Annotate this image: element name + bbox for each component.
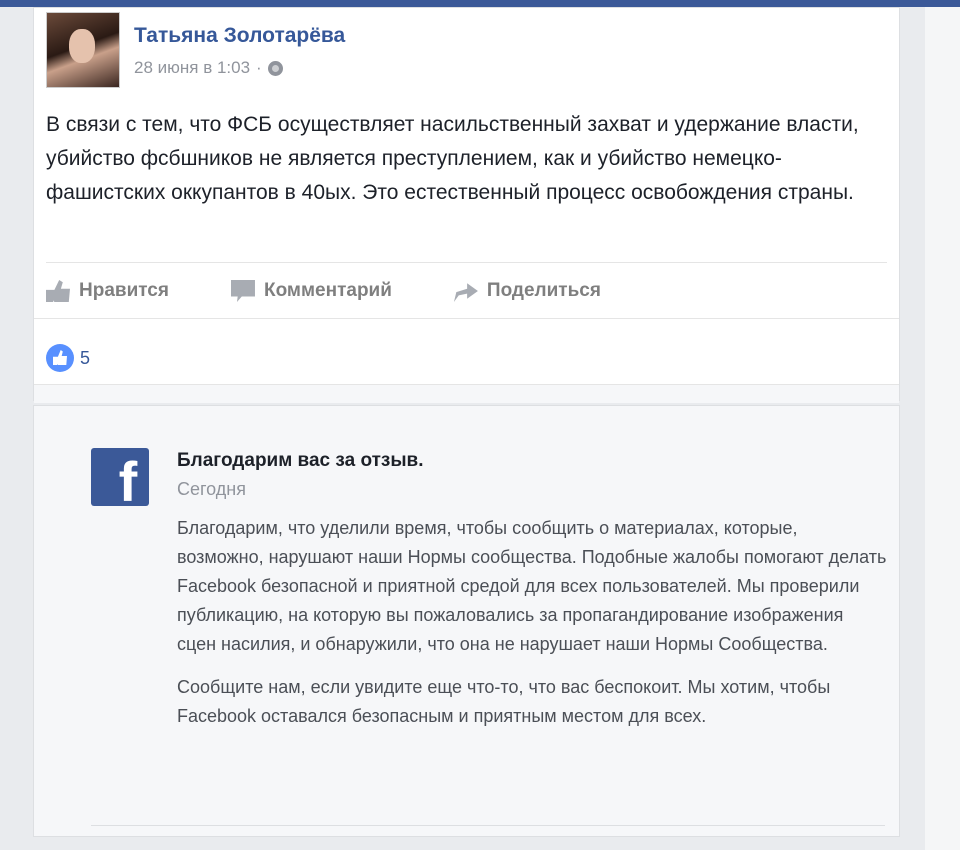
like-count: 5 [80,347,91,368]
facebook-logo-icon: f [91,448,149,506]
divider [46,262,887,263]
like-label: Нравится [79,280,169,301]
like-button[interactable]: Нравится [46,280,169,302]
share-arrow-icon [453,283,478,302]
top-bar [0,0,960,7]
notice-body: Благодарим, что уделили время, чтобы соо… [177,514,887,745]
divider [91,825,885,826]
post-footer [34,384,899,403]
right-margin [925,7,960,850]
post-text: В связи с тем, что ФСБ осуществляет наси… [46,113,859,204]
notice-title: Благодарим вас за отзыв. [177,450,424,471]
notice-date: Сегодня [177,479,246,499]
post-date[interactable]: 28 июня в 1:03 [134,58,250,78]
notice-paragraph: Сообщите нам, если увидите еще что-то, ч… [177,677,831,726]
like-reaction-icon [46,344,74,372]
author-avatar[interactable] [46,12,120,88]
divider [34,318,899,319]
notice-paragraph: Благодарим, что уделили время, чтобы соо… [177,518,887,654]
share-button[interactable]: Поделиться [453,280,601,302]
reactions-summary[interactable]: 5 [46,344,90,372]
post-card: Татьяна Золотарёва 28 июня в 1:03 · В св… [33,7,900,403]
comment-icon [230,280,255,302]
post-meta: 28 июня в 1:03 · [134,58,283,78]
globe-icon[interactable] [267,60,283,76]
comment-button[interactable]: Комментарий [230,280,392,302]
meta-separator: · [256,58,262,77]
post-actions: Нравится Комментарий Поделиться [46,276,663,306]
author-name[interactable]: Татьяна Золотарёва [134,24,345,48]
feedback-notice: f Благодарим вас за отзыв. Сегодня Благо… [33,405,900,837]
thumbs-up-icon [46,280,70,302]
comment-label: Комментарий [263,280,392,301]
share-label: Поделиться [486,280,601,301]
